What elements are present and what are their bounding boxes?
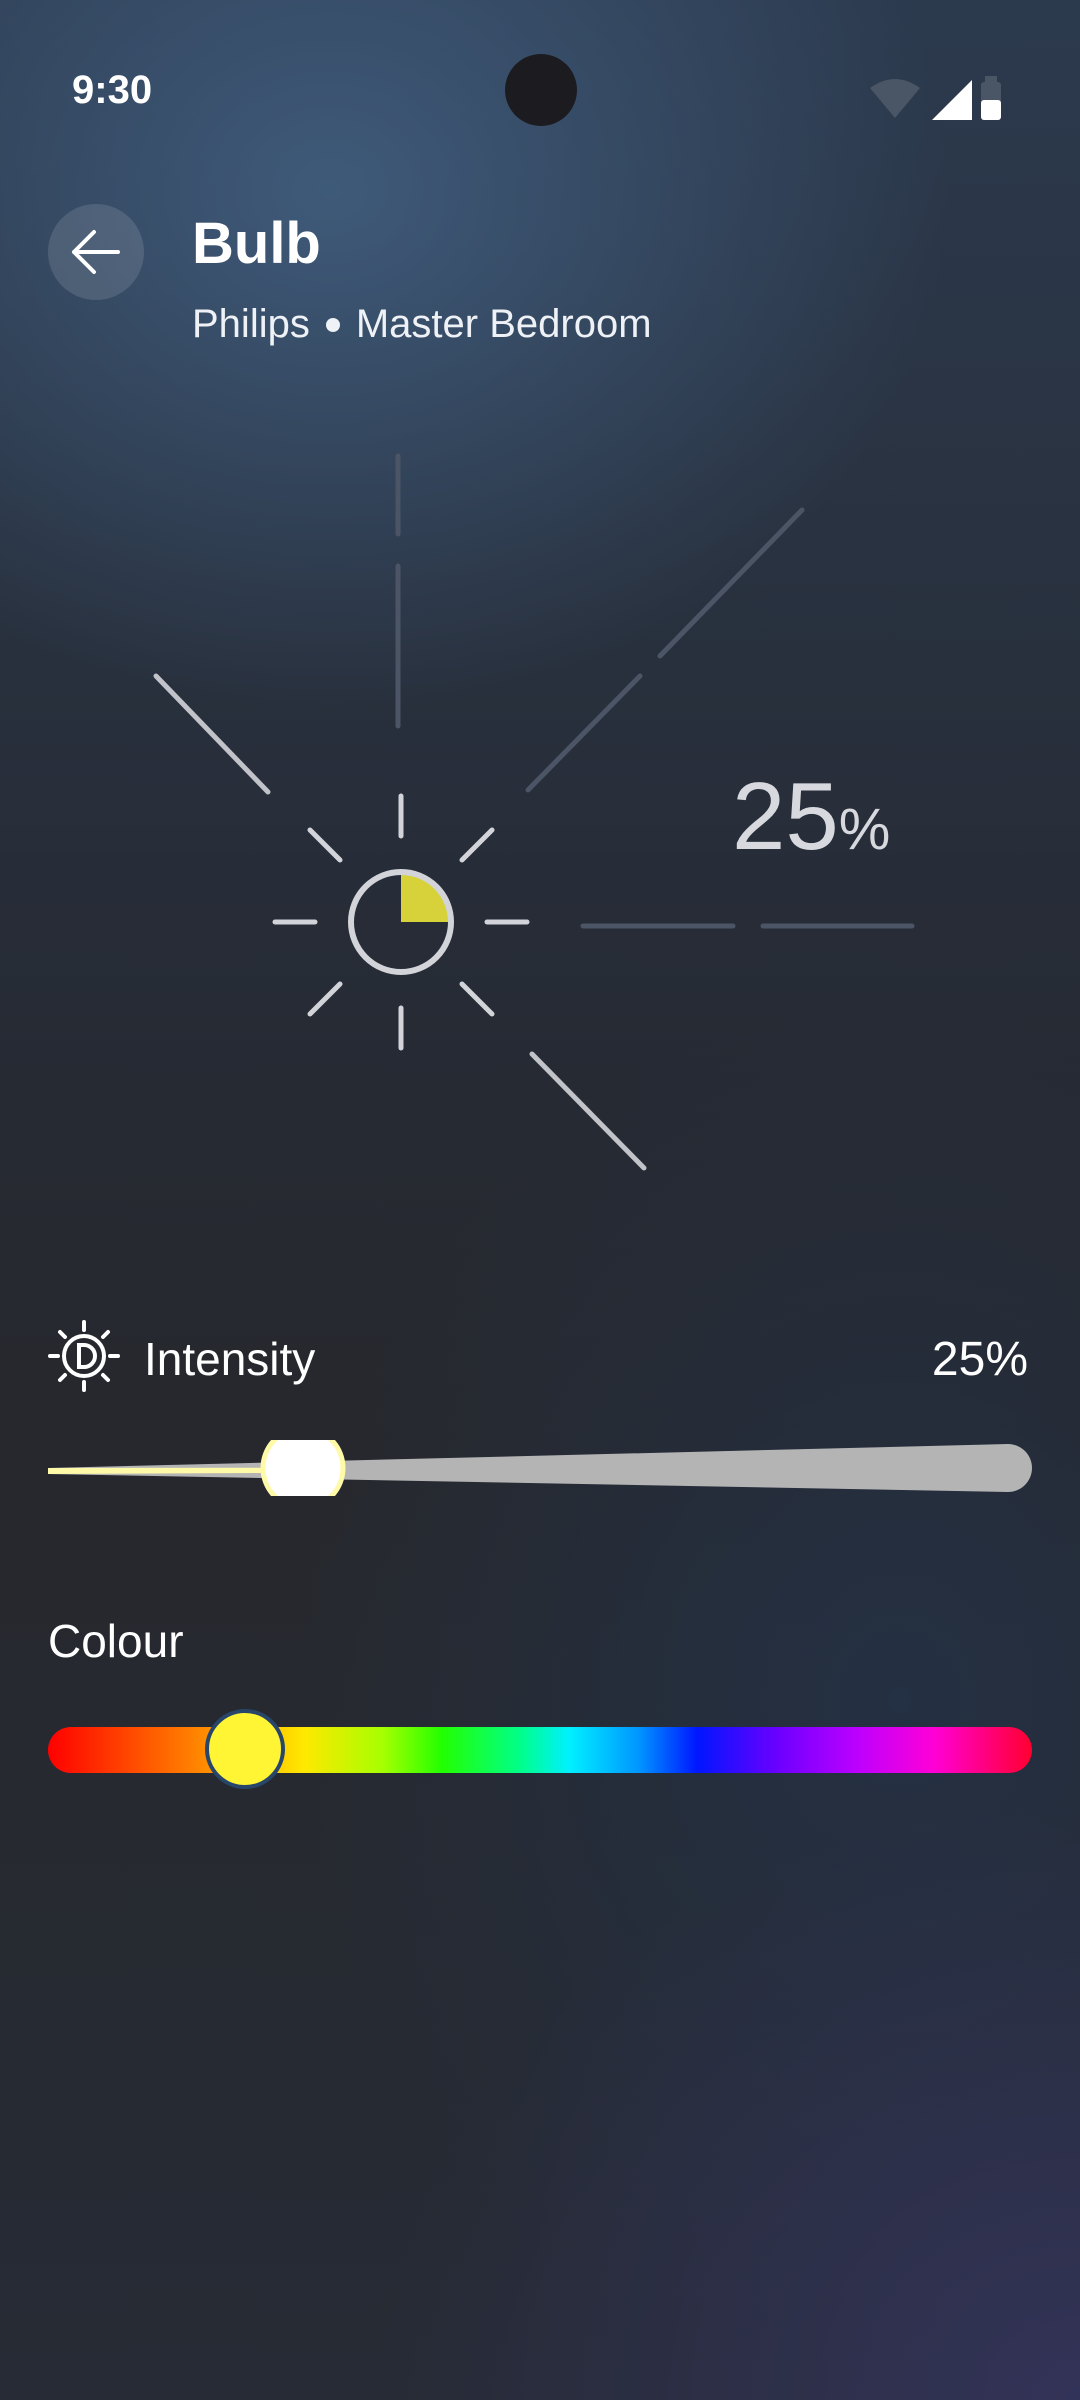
back-button[interactable] xyxy=(48,204,144,300)
battery-icon xyxy=(981,76,1001,120)
status-icons xyxy=(868,74,1018,124)
signal-icon xyxy=(932,80,972,120)
colour-label: Colour xyxy=(48,1615,184,1667)
colour-thumb[interactable] xyxy=(205,1709,285,1789)
brightness-illustration xyxy=(153,453,915,1171)
colour-slider[interactable] xyxy=(48,1727,1032,1773)
page-title: Bulb xyxy=(192,211,321,276)
front-camera xyxy=(505,54,577,126)
intensity-thumb[interactable] xyxy=(260,1440,346,1496)
status-time: 9:30 xyxy=(72,68,153,112)
intensity-slider[interactable] xyxy=(48,1440,1032,1496)
separator-dot xyxy=(325,317,340,332)
ray-upper-left xyxy=(153,673,271,795)
sun-icon xyxy=(272,793,530,1051)
ray-lower-right xyxy=(529,1051,647,1171)
brightness-unit: % xyxy=(838,797,891,862)
back-arrow-icon xyxy=(72,230,120,274)
intensity-label: Intensity xyxy=(144,1333,316,1385)
device-brand: Philips xyxy=(192,302,310,346)
brightness-value: 25 xyxy=(732,763,839,870)
intensity-value: 25% xyxy=(931,1333,1028,1386)
wifi-icon xyxy=(870,79,920,118)
device-subtitle: Philips Master Bedroom xyxy=(192,302,652,347)
intensity-icon xyxy=(46,1318,122,1394)
device-room: Master Bedroom xyxy=(355,302,652,346)
brightness-readout: 25% xyxy=(732,762,890,872)
